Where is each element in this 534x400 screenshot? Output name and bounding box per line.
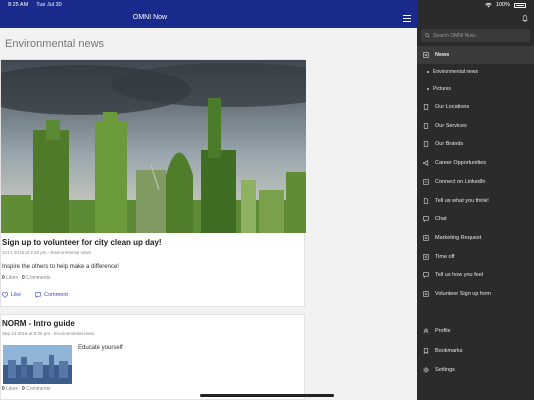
menu-item-marketing-request[interactable]: Marketing Request (417, 229, 534, 247)
comments-count: 0 (22, 386, 25, 392)
menu-item-tell-us-what-you-think[interactable]: Tell us what you think! (417, 192, 534, 210)
post-thumbnail[interactable] (3, 345, 72, 384)
wifi-icon (485, 2, 492, 7)
menu-item-tell-us-how-you-feel[interactable]: Tell us how you feel (417, 266, 534, 284)
post-hero-image[interactable] (1, 60, 306, 233)
post-stats: 0 Likes 0 Comments (2, 275, 50, 281)
menu-item-our-locations[interactable]: Our Locations (417, 98, 534, 116)
building-icon (423, 123, 429, 129)
profile-icon (423, 328, 429, 334)
form-icon (423, 291, 429, 297)
home-indicator[interactable] (200, 394, 334, 397)
document-icon (423, 198, 429, 204)
search-icon (425, 33, 430, 38)
menu-item-our-brands[interactable]: Our Brands (417, 135, 534, 153)
menu-item-chat[interactable]: Chat (417, 210, 534, 228)
status-bar: 8:25 AM Tue Jul 30 100% (0, 0, 534, 12)
menu-item-environmental-news[interactable]: Environmental news (417, 63, 534, 81)
post-card[interactable]: NORM - Intro guide Sep 14 2018 at 8:36 p… (0, 314, 305, 400)
main-content: Environmental news Sign up to volunteer … (0, 28, 417, 400)
menu-item-news[interactable]: News (417, 46, 534, 64)
post-excerpt: Educate yourself (78, 345, 123, 351)
menu-item-settings[interactable]: Settings (417, 361, 534, 379)
likes-count: 0 (2, 386, 5, 392)
bell-icon[interactable] (522, 15, 528, 22)
link-icon (423, 179, 429, 185)
app-title: OMNI Now (132, 14, 168, 21)
comment-icon (35, 292, 41, 298)
hamburger-menu-icon[interactable] (403, 15, 411, 22)
chat-icon (423, 272, 429, 278)
menu-item-profile[interactable]: Profile (417, 322, 534, 340)
page-title: Environmental news (5, 38, 105, 50)
likes-count: 0 (2, 275, 5, 281)
comments-label: Comments (26, 386, 51, 392)
menu-item-time-off[interactable]: Time off (417, 248, 534, 266)
menu-item-our-services[interactable]: Our Services (417, 117, 534, 135)
comments-count: 0 (22, 275, 25, 281)
comment-button[interactable]: Comment (35, 292, 68, 298)
post-meta: Oct 1 2018 at 2:28 pm - Environmental ne… (2, 250, 92, 255)
news-icon (423, 52, 429, 58)
likes-label: Likes (6, 386, 18, 392)
megaphone-icon (423, 160, 429, 166)
heart-icon (2, 292, 8, 298)
like-button[interactable]: Like (2, 292, 21, 298)
menu-item-bookmarks[interactable]: Bookmarks (417, 342, 534, 360)
bookmark-icon (423, 348, 429, 354)
search-input[interactable]: Search OMNI Now... (421, 29, 530, 42)
likes-label: Likes (6, 275, 18, 281)
post-actions: Like Comment (2, 292, 68, 298)
side-menu: Search OMNI Now... News Environmental ne… (417, 0, 534, 400)
building-icon (423, 104, 429, 110)
comments-label: Comments (26, 275, 51, 281)
menu-item-volunteer-signup[interactable]: Volunteer Sign up form (417, 285, 534, 303)
battery-icon (514, 2, 526, 8)
post-stats: 0 Likes 0 Comments (2, 386, 50, 392)
gear-icon (423, 367, 429, 373)
building-icon (423, 141, 429, 147)
form-icon (423, 235, 429, 241)
search-placeholder: Search OMNI Now... (433, 32, 479, 39)
post-title[interactable]: NORM - Intro guide (2, 319, 75, 328)
post-card[interactable]: Sign up to volunteer for city clean up d… (0, 59, 306, 307)
menu-item-career-opportunities[interactable]: Career Opportunities (417, 154, 534, 172)
status-date: Tue Jul 30 (36, 2, 62, 8)
chat-icon (423, 216, 429, 222)
battery-percent: 100% (495, 2, 510, 8)
like-label: Like (11, 292, 22, 298)
comment-label: Comment (44, 292, 68, 298)
menu-item-connect-linkedin[interactable]: Connect on LinkedIn (417, 173, 534, 191)
post-excerpt: Inspire the others to help make a differ… (2, 264, 119, 270)
post-meta: Sep 14 2018 at 8:36 pm - Environmental n… (2, 331, 95, 336)
menu-item-pictures[interactable]: Pictures (417, 80, 534, 98)
form-icon (423, 254, 429, 260)
post-title[interactable]: Sign up to volunteer for city clean up d… (2, 238, 162, 247)
status-time: 8:25 AM (8, 2, 29, 8)
